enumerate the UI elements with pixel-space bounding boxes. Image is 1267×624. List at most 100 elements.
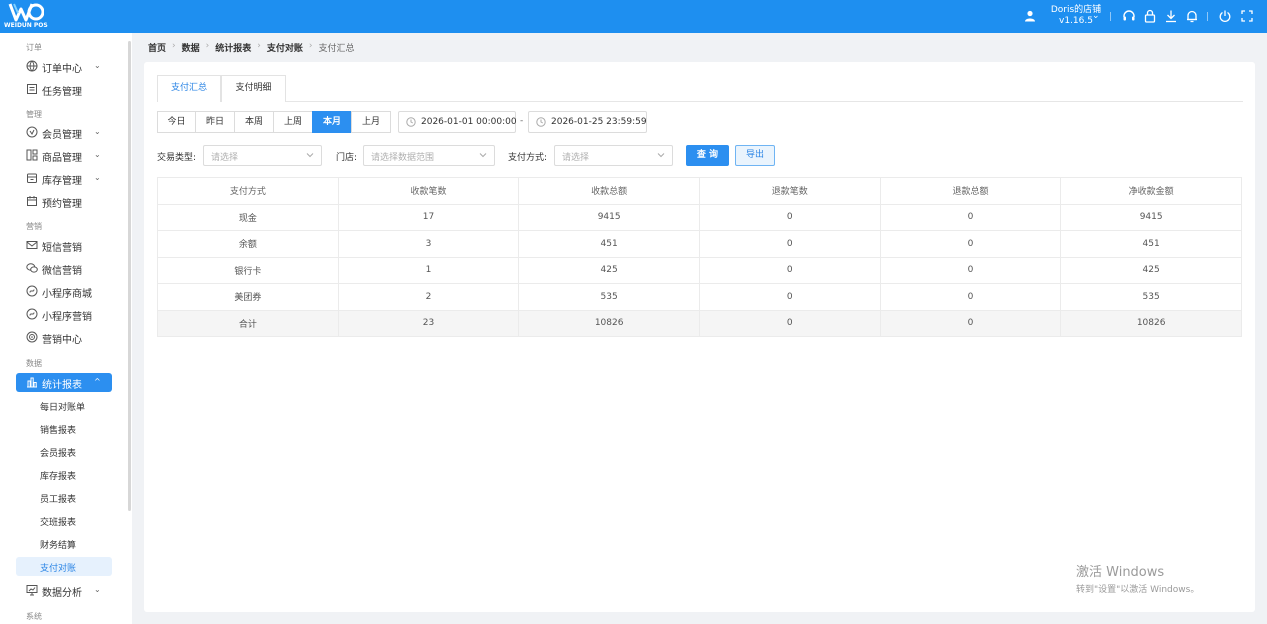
mini-program-icon bbox=[26, 308, 38, 320]
column-header: 退款总额 bbox=[879, 177, 1062, 205]
chevron-down-icon: ⌄ bbox=[94, 127, 101, 136]
power-icon[interactable] bbox=[1218, 9, 1232, 23]
table-row: 美团券 2 535 0 0 535 bbox=[157, 283, 1242, 311]
sidebar-subitem-label: 每日对账单 bbox=[40, 403, 86, 413]
sidebar-subitem-label: 会员报表 bbox=[40, 449, 77, 459]
range-yesterday-button[interactable]: 昨日 bbox=[195, 111, 235, 133]
chevron-down-icon: ⌄ bbox=[94, 150, 101, 159]
store-select[interactable]: 请选择数据范围 bbox=[363, 145, 495, 166]
sidebar-item-wechat-marketing[interactable]: 微信营销 bbox=[16, 259, 112, 278]
tab-payment-summary[interactable]: 支付汇总 bbox=[157, 75, 221, 102]
sidebar-subitem-label: 库存报表 bbox=[40, 472, 77, 482]
sidebar-item-member-mgmt[interactable]: 会员管理 ⌄ bbox=[16, 123, 112, 142]
table-cell: 3 bbox=[337, 230, 520, 258]
table-cell: 9415 bbox=[1060, 203, 1242, 231]
range-last-week-button[interactable]: 上周 bbox=[273, 111, 313, 133]
product-grid-icon bbox=[26, 149, 38, 161]
sidebar-subitem[interactable]: 会员报表 bbox=[16, 442, 112, 461]
table-cell: 合计 bbox=[157, 309, 339, 337]
table-cell: 0 bbox=[879, 283, 1062, 311]
download-icon[interactable] bbox=[1164, 9, 1178, 23]
column-header: 收款总额 bbox=[518, 177, 700, 205]
bar-chart-icon bbox=[27, 377, 37, 388]
sidebar-scrollbar[interactable] bbox=[128, 41, 131, 511]
start-date-picker[interactable]: 2026-01-01 00:00:00 bbox=[398, 111, 517, 133]
range-this-week-button[interactable]: 本周 bbox=[234, 111, 274, 133]
sidebar-subitem[interactable]: 销售报表 bbox=[16, 419, 112, 438]
trans-type-placeholder: 请选择 bbox=[211, 153, 239, 163]
range-today-button[interactable]: 今日 bbox=[157, 111, 196, 133]
sidebar-subitem[interactable]: 每日对账单 bbox=[16, 396, 112, 415]
table-total-row: 合计 23 10826 0 0 10826 bbox=[157, 309, 1242, 337]
watermark-subtitle: 转到"设置"以激活 Windows。 bbox=[1076, 585, 1200, 595]
lock-icon[interactable] bbox=[1143, 9, 1157, 23]
sidebar-subitem[interactable]: 财务结算 bbox=[16, 534, 112, 553]
table-cell: 425 bbox=[518, 256, 700, 284]
sidebar-item-inventory-mgmt[interactable]: 库存管理 ⌄ bbox=[16, 169, 112, 188]
payment-summary-table: 支付方式 收款笔数 收款总额 退款笔数 退款总额 净收款金额 现金 17 941… bbox=[157, 177, 1242, 337]
range-last-month-button[interactable]: 上月 bbox=[351, 111, 391, 133]
headset-icon[interactable] bbox=[1122, 9, 1136, 23]
sidebar-item-stats-reports[interactable]: 统计报表 ^ bbox=[16, 373, 112, 392]
bell-icon[interactable] bbox=[1185, 9, 1199, 23]
sidebar-item-label: 营销中心 bbox=[42, 335, 82, 346]
sidebar-item-product-mgmt[interactable]: 商品管理 ⌄ bbox=[16, 146, 112, 165]
sidebar-subitem-label: 交班报表 bbox=[40, 518, 77, 528]
tab-payment-detail[interactable]: 支付明细 bbox=[221, 75, 286, 102]
sidebar-item-booking-mgmt[interactable]: 预约管理 bbox=[16, 192, 112, 211]
sidebar-item-task-mgmt[interactable]: 任务管理 bbox=[16, 80, 112, 99]
fullscreen-icon[interactable] bbox=[1240, 9, 1254, 23]
breadcrumb-item[interactable]: 首页 bbox=[148, 41, 166, 54]
pay-method-placeholder: 请选择 bbox=[562, 153, 590, 163]
sidebar-item-label: 统计报表 bbox=[42, 380, 82, 391]
column-header: 支付方式 bbox=[157, 177, 339, 205]
chevron-down-icon bbox=[306, 153, 314, 158]
sidebar-subitem-current[interactable]: 支付对账 bbox=[16, 557, 112, 576]
sidebar-item-mini-mall[interactable]: 小程序商城 bbox=[16, 282, 112, 301]
logo-icon bbox=[8, 3, 44, 22]
table-cell: 0 bbox=[698, 309, 881, 337]
chevron-down-icon: ⌄ bbox=[1092, 11, 1100, 21]
pay-method-select[interactable]: 请选择 bbox=[554, 145, 673, 166]
sidebar-subitem[interactable]: 交班报表 bbox=[16, 511, 112, 530]
sidebar-item-mini-marketing[interactable]: 小程序营销 bbox=[16, 305, 112, 324]
range-this-month-button[interactable]: 本月 bbox=[312, 111, 352, 133]
sidebar-item-data-analysis[interactable]: 数据分析 ⌄ bbox=[16, 581, 112, 600]
chevron-right-icon: › bbox=[205, 41, 210, 51]
clock-icon bbox=[406, 117, 416, 127]
breadcrumb-item[interactable]: 支付对账 bbox=[267, 41, 303, 54]
table-cell: 23 bbox=[337, 309, 520, 337]
table-cell: 451 bbox=[518, 230, 700, 258]
chevron-down-icon bbox=[657, 153, 665, 158]
column-header: 收款笔数 bbox=[337, 177, 520, 205]
logo-text: WEIDUN POS bbox=[4, 22, 48, 29]
sidebar: 订单 订单中心 ⌄ 任务管理 管理 会员管理 ⌄ 商品管理 ⌄ 库存管理 ⌄ 预… bbox=[0, 33, 132, 624]
app-logo[interactable]: WEIDUN POS bbox=[2, 0, 48, 33]
sidebar-subitem[interactable]: 库存报表 bbox=[16, 465, 112, 484]
sidebar-item-label: 小程序商城 bbox=[42, 289, 92, 300]
breadcrumb-item[interactable]: 统计报表 bbox=[215, 41, 251, 54]
top-header: WEIDUN POS Doris的店铺 v1.16.5 ⌄ bbox=[0, 0, 1267, 33]
export-button[interactable]: 导出 bbox=[735, 145, 775, 166]
sidebar-subitem-label: 员工报表 bbox=[40, 495, 77, 505]
end-date-picker[interactable]: 2026-01-25 23:59:59 bbox=[528, 111, 647, 133]
query-button[interactable]: 查 询 bbox=[686, 145, 729, 166]
sidebar-item-label: 会员管理 bbox=[42, 130, 82, 141]
sidebar-subitem[interactable]: 员工报表 bbox=[16, 488, 112, 507]
chevron-down-icon: ⌄ bbox=[94, 61, 101, 70]
user-info: Doris的店铺 v1.16.5 bbox=[1038, 5, 1114, 27]
clock-icon bbox=[536, 117, 546, 127]
inventory-box-icon bbox=[27, 173, 37, 183]
sidebar-item-label: 微信营销 bbox=[42, 266, 82, 277]
table-row: 余额 3 451 0 0 451 bbox=[157, 230, 1242, 258]
sidebar-item-marketing-center[interactable]: 营销中心 bbox=[16, 328, 112, 347]
sidebar-item-order-center[interactable]: 订单中心 ⌄ bbox=[16, 57, 112, 76]
trans-type-select[interactable]: 请选择 bbox=[203, 145, 322, 166]
chevron-up-icon: ^ bbox=[94, 377, 101, 386]
store-name: Doris的店铺 bbox=[1050, 5, 1102, 15]
table-cell: 535 bbox=[1060, 283, 1242, 311]
sidebar-item-sms-marketing[interactable]: 短信营销 bbox=[16, 236, 112, 255]
breadcrumb-item[interactable]: 数据 bbox=[182, 41, 200, 54]
sidebar-group-data: 数据 bbox=[26, 359, 42, 368]
table-header-row: 支付方式 收款笔数 收款总额 退款笔数 退款总额 净收款金额 bbox=[157, 177, 1242, 205]
